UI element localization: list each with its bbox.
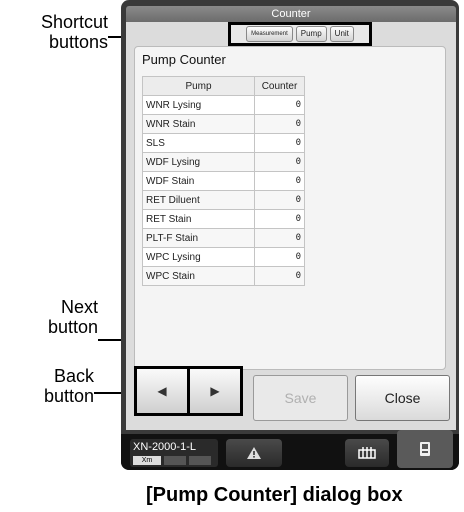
table-row: WPC Stain 0 — [142, 266, 305, 286]
mode-badge: Xm — [133, 456, 161, 465]
callout-shortcut-buttons: Shortcut buttons — [40, 12, 108, 52]
back-button[interactable]: ◀ — [134, 366, 190, 416]
table-row: WPC Lysing 0 — [142, 247, 305, 267]
column-header-counter: Counter — [254, 76, 305, 96]
pump-counter-value: 0 — [254, 95, 305, 115]
pump-name: WPC Stain — [142, 266, 255, 286]
pump-name: RET Stain — [142, 209, 255, 229]
analyzer-model-label: XN-2000-1-L — [133, 441, 196, 453]
analyzer-status-button[interactable]: XN-2000-1-L Xm — [130, 439, 218, 467]
pump-counter-value: 0 — [254, 228, 305, 248]
pump-counter-value: 0 — [254, 190, 305, 210]
pump-name: WDF Stain — [142, 171, 255, 191]
pump-counter-value: 0 — [254, 247, 305, 267]
mode-indicator-icon — [189, 456, 211, 465]
figure-caption: [Pump Counter] dialog box — [146, 484, 403, 506]
pump-counter-table: Pump Counter WNR Lysing 0 WNR Stain 0 SLS 0… — [142, 76, 305, 286]
dialog-title: Counter — [126, 6, 456, 22]
table-row: PLT-F Stain 0 — [142, 228, 305, 248]
table-row: RET Diluent 0 — [142, 190, 305, 210]
table-row: WDF Lysing 0 — [142, 152, 305, 172]
pump-name: RET Diluent — [142, 190, 255, 210]
pump-name: WNR Stain — [142, 114, 255, 134]
shortcut-buttons: Measurement Pump Unit — [228, 22, 372, 46]
chevron-left-icon: ◀ — [157, 384, 167, 398]
close-button[interactable]: Close — [355, 375, 450, 421]
device-button[interactable] — [397, 430, 453, 468]
pump-name: WPC Lysing — [142, 247, 255, 267]
panel-title: Pump Counter — [142, 52, 226, 67]
table-row: WDF Stain 0 — [142, 171, 305, 191]
chevron-right-icon: ▶ — [210, 384, 220, 398]
pump-name: SLS — [142, 133, 255, 153]
column-header-pump: Pump — [142, 76, 255, 96]
warning-button[interactable] — [226, 439, 282, 467]
callout-next-button: Next button — [47, 297, 98, 337]
table-row: SLS 0 — [142, 133, 305, 153]
pump-name: WDF Lysing — [142, 152, 255, 172]
rack-icon — [358, 447, 376, 459]
table-row: WNR Stain 0 — [142, 114, 305, 134]
pump-counter-value: 0 — [254, 152, 305, 172]
table-row: RET Stain 0 — [142, 209, 305, 229]
save-button[interactable]: Save — [253, 375, 348, 421]
warning-icon — [247, 447, 261, 459]
pump-counter-value: 0 — [254, 114, 305, 134]
rack-button[interactable] — [345, 439, 389, 467]
pump-counter-value: 0 — [254, 133, 305, 153]
pump-name: PLT-F Stain — [142, 228, 255, 248]
shortcut-unit-button[interactable]: Unit — [329, 26, 354, 42]
shortcut-pump-button[interactable]: Pump — [295, 26, 327, 42]
pump-counter-value: 0 — [254, 266, 305, 286]
callout-back-button: Back button — [43, 366, 94, 406]
mode-indicator-icon — [164, 456, 186, 465]
table-row: WNR Lysing 0 — [142, 95, 305, 115]
pump-counter-value: 0 — [254, 209, 305, 229]
pump-name: WNR Lysing — [142, 95, 255, 115]
next-button[interactable]: ▶ — [187, 366, 243, 416]
device-icon — [420, 442, 430, 456]
shortcut-measurement-button[interactable]: Measurement — [246, 26, 293, 42]
pump-counter-value: 0 — [254, 171, 305, 191]
